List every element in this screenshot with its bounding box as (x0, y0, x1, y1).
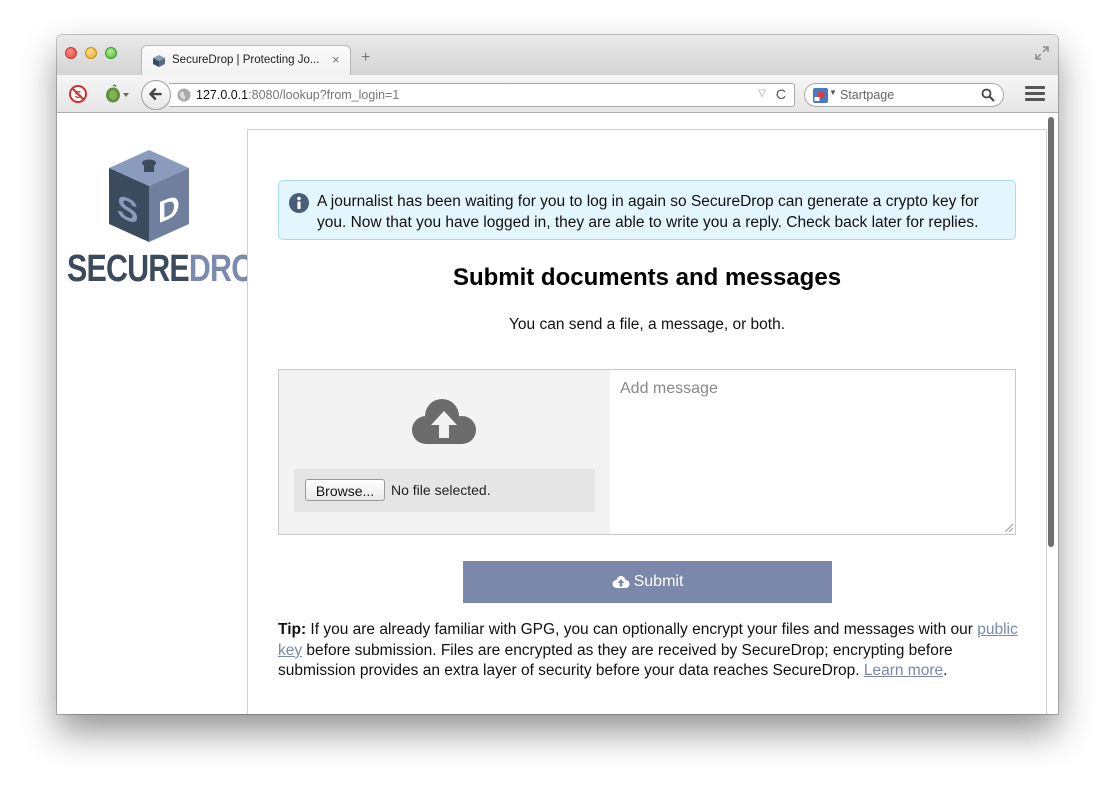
cloud-upload-icon (412, 399, 476, 444)
tab-securedrop[interactable]: SecureDrop | Protecting Jo... × (141, 45, 351, 76)
scrollbar-thumb[interactable] (1048, 117, 1054, 547)
title-bar: SecureDrop | Protecting Jo... × + (57, 35, 1058, 76)
search-engine-name: Startpage (840, 88, 895, 102)
resize-grip-icon[interactable] (1003, 522, 1013, 532)
learn-more-link[interactable]: Learn more (864, 662, 943, 679)
file-input-row: Browse... No file selected. (294, 469, 595, 512)
securedrop-favicon-icon (153, 55, 165, 67)
info-icon (289, 193, 309, 213)
page-subtitle: You can send a file, a message, or both. (508, 316, 786, 333)
cloud-upload-small-icon (612, 576, 630, 588)
back-button[interactable] (141, 80, 171, 110)
url-text: 127.0.0.1:8080/lookup?from_login=1 (196, 88, 399, 102)
search-bar[interactable]: ▼ Startpage (804, 83, 1004, 107)
info-notice: A journalist has been waiting for you to… (278, 180, 1016, 240)
tab-title: SecureDrop | Protecting Jo... (172, 54, 320, 66)
navigation-toolbar: S 127.0.0.1:8080/lookup?from_login=1 ▽ C (57, 75, 1058, 113)
file-status: No file selected. (391, 482, 491, 498)
url-history-dropdown-icon[interactable]: ▽ (758, 88, 766, 99)
page-viewport: S D SECUREDROP A journalist has been wai… (57, 114, 1058, 714)
search-icon[interactable] (981, 88, 995, 102)
tip-paragraph: Tip: If you are already familiar with GP… (278, 620, 1018, 682)
tab-close-icon[interactable]: × (332, 52, 340, 67)
new-tab-button[interactable]: + (361, 49, 370, 67)
notice-text: A journalist has been waiting for you to… (317, 193, 979, 231)
tip-text-2: before submission. Files are encrypted a… (278, 641, 953, 680)
logo-wordmark: SECUREDROP (67, 248, 274, 291)
noscript-icon[interactable]: S (69, 85, 87, 103)
reload-icon[interactable]: C (776, 86, 786, 102)
browser-window: SecureDrop | Protecting Jo... × + S 127.… (57, 35, 1058, 714)
search-engine-icon (813, 88, 828, 103)
page-title: Submit documents and messages (452, 264, 842, 291)
globe-icon (177, 88, 191, 102)
back-arrow-icon (149, 88, 162, 100)
fullscreen-icon[interactable] (1034, 45, 1050, 61)
tip-text-1: If you are already familiar with GPG, yo… (306, 621, 978, 638)
tor-onion-icon[interactable] (103, 84, 131, 104)
browse-button[interactable]: Browse... (305, 479, 385, 501)
submit-button[interactable]: Submit (463, 561, 832, 603)
message-textarea[interactable] (610, 370, 1015, 534)
url-host: 127.0.0.1 (196, 88, 249, 102)
minimize-window-button[interactable] (85, 47, 97, 59)
close-window-button[interactable] (65, 47, 77, 59)
submit-label: Submit (633, 573, 684, 590)
tip-label: Tip: (278, 621, 307, 638)
file-upload-area[interactable]: Browse... No file selected. (279, 370, 610, 534)
zoom-window-button[interactable] (105, 47, 117, 59)
hamburger-menu-icon[interactable] (1025, 86, 1045, 102)
engine-caret-icon[interactable]: ▼ (829, 88, 837, 97)
url-path: :8080/lookup?from_login=1 (248, 88, 400, 102)
main-content-panel: A journalist has been waiting for you to… (247, 129, 1047, 714)
submission-form: Browse... No file selected. (278, 369, 1016, 535)
tip-text-3: . (943, 662, 948, 679)
url-bar[interactable]: 127.0.0.1:8080/lookup?from_login=1 ▽ C (169, 83, 795, 107)
logo-secure-text: SECURE (67, 248, 190, 290)
